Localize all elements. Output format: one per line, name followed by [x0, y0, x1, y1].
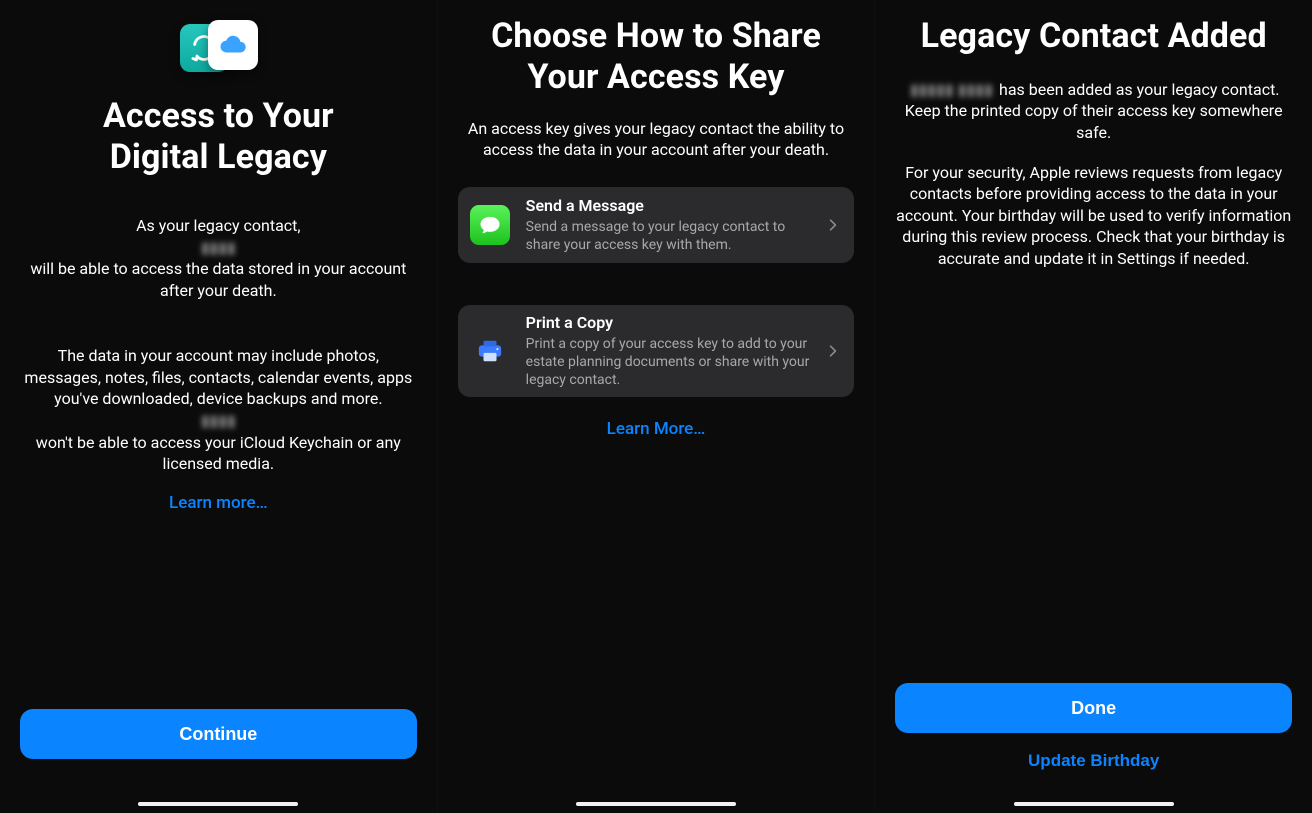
option-send-message[interactable]: Send a Message Send a message to your le…: [458, 187, 855, 263]
home-indicator[interactable]: [576, 802, 736, 806]
continue-button[interactable]: Continue: [20, 709, 417, 759]
redacted-contact-name: ▮▮▮▮▮ ▮▮▮▮: [908, 79, 995, 101]
legacy-hero-icon: [178, 20, 258, 80]
update-birthday-button[interactable]: Update Birthday: [895, 743, 1292, 779]
share-option-list: Send a Message Send a message to your le…: [450, 187, 863, 397]
panel3-footer: Done Update Birthday: [887, 683, 1300, 779]
option-print-copy-text: Print a Copy Print a copy of your access…: [526, 313, 827, 390]
p3-p2: For your security, Apple reviews request…: [893, 162, 1294, 270]
home-indicator[interactable]: [1014, 802, 1174, 806]
option-print-copy-sub: Print a copy of your access key to add t…: [526, 335, 817, 390]
panel2-title: Choose How to Share Your Access Key: [491, 16, 821, 98]
option-send-message-title: Send a Message: [526, 196, 817, 216]
panel2-subhead: An access key gives your legacy contact …: [466, 118, 847, 161]
option-print-copy[interactable]: Print a Copy Print a copy of your access…: [458, 305, 855, 397]
redacted-name-1: ▮▮▮▮: [199, 237, 238, 259]
option-print-copy-title: Print a Copy: [526, 313, 817, 333]
three-panel-stage: Access to Your Digital Legacy As your le…: [0, 0, 1312, 813]
messages-icon: [470, 205, 510, 245]
chevron-right-icon: [826, 215, 840, 235]
panel1-footer: Continue: [12, 709, 425, 759]
redacted-name-2: ▮▮▮▮: [199, 410, 238, 432]
option-send-message-sub: Send a message to your legacy contact to…: [526, 218, 817, 254]
panel1-content: Access to Your Digital Legacy As your le…: [12, 14, 425, 709]
panel3-title: Legacy Contact Added: [921, 16, 1267, 57]
p2-post: won't be able to access your iCloud Keyc…: [36, 433, 401, 474]
panel-share-access-key: Choose How to Share Your Access Key An a…: [437, 0, 875, 813]
done-button[interactable]: Done: [895, 683, 1292, 733]
panel3-content: Legacy Contact Added ▮▮▮▮▮ ▮▮▮▮ has been…: [887, 14, 1300, 683]
p1-pre: As your legacy contact,: [136, 216, 300, 235]
p2-pre: The data in your account may include pho…: [24, 346, 412, 408]
panel1-title: Access to Your Digital Legacy: [103, 96, 334, 178]
p1-post: will be able to access the data stored i…: [30, 259, 406, 300]
panel1-paragraph1: As your legacy contact, ▮▮▮▮ will be abl…: [20, 194, 417, 302]
option-send-message-text: Send a Message Send a message to your le…: [526, 196, 827, 254]
panel1-paragraph2: The data in your account may include pho…: [20, 324, 417, 475]
chevron-right-icon: [826, 341, 840, 361]
panel3-body: ▮▮▮▮▮ ▮▮▮▮ has been added as your legacy…: [893, 79, 1294, 270]
panel-access-digital-legacy: Access to Your Digital Legacy As your le…: [0, 0, 437, 813]
panel2-learn-more-link[interactable]: Learn More…: [607, 419, 706, 439]
panel-legacy-contact-added: Legacy Contact Added ▮▮▮▮▮ ▮▮▮▮ has been…: [874, 0, 1312, 813]
panel2-content: Choose How to Share Your Access Key An a…: [450, 14, 863, 813]
home-indicator[interactable]: [138, 802, 298, 806]
printer-icon: [470, 331, 510, 371]
panel1-learn-more-link[interactable]: Learn more…: [169, 493, 268, 513]
cloud-icon: [208, 20, 258, 70]
